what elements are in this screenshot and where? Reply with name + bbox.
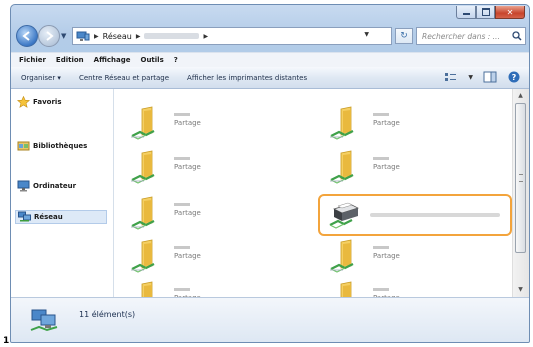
nav-favorites-label: Favoris: [33, 98, 62, 106]
scroll-grip-icon: [519, 174, 523, 182]
share-label: Partage: [174, 163, 201, 171]
shared-folder-icon: [131, 239, 155, 273]
nav-network[interactable]: Réseau: [15, 210, 107, 224]
share-name-redacted: [174, 246, 190, 249]
menu-bar: Fichier Edition Affichage Outils ?: [11, 52, 529, 67]
explorer-window: ✕ ▼ ▶ Réseau ▶ ▶ ▼ ↻ Rechercher dans : .…: [10, 4, 530, 343]
show-printers-button[interactable]: Afficher les imprimantes distantes: [187, 74, 307, 82]
share-label: Partage: [174, 209, 201, 217]
svg-text:?: ?: [512, 73, 517, 82]
nav-network-label: Réseau: [34, 213, 63, 221]
address-row: ▼ ▶ Réseau ▶ ▶ ▼ ↻ Rechercher dans : ...: [11, 24, 529, 50]
nav-libraries[interactable]: Bibliothèques: [17, 139, 87, 153]
shared-folder-icon: [330, 150, 354, 184]
share-label: Partage: [174, 252, 201, 260]
forward-arrow-icon: [46, 31, 54, 41]
search-placeholder: Rechercher dans : ...: [422, 31, 500, 41]
menu-edit[interactable]: Edition: [56, 56, 84, 64]
share-name-redacted: [373, 288, 389, 291]
share-item[interactable]: Partage: [329, 239, 469, 275]
shared-folder-icon: [131, 106, 155, 140]
item-count: 11 élément(s): [79, 310, 136, 319]
back-arrow-icon: [22, 31, 30, 41]
minimize-icon: [457, 6, 475, 18]
forward-button[interactable]: [38, 25, 60, 47]
organize-button[interactable]: Organiser ▾: [21, 74, 61, 82]
help-icon[interactable]: ?: [507, 71, 521, 83]
menu-file[interactable]: Fichier: [19, 56, 46, 64]
navigation-pane: Favoris Bibliothèques Ordinateur Réseau: [11, 89, 114, 297]
view-options-icon[interactable]: [444, 71, 458, 83]
view-dropdown-icon[interactable]: ▼: [468, 74, 473, 81]
shared-folder-icon: [330, 106, 354, 140]
close-icon: ✕: [506, 7, 514, 17]
share-item[interactable]: Partage: [130, 239, 270, 275]
share-item[interactable]: Partage: [329, 150, 469, 186]
nav-computer[interactable]: Ordinateur: [17, 179, 76, 193]
network-icon: [76, 31, 90, 41]
printer-item[interactable]: [318, 194, 512, 236]
share-name-redacted: [174, 113, 190, 116]
computer-icon: [17, 180, 30, 192]
shared-folder-icon: [131, 196, 155, 230]
share-item[interactable]: Partage: [130, 150, 270, 186]
search-input[interactable]: Rechercher dans : ...: [416, 27, 526, 45]
menu-tools[interactable]: Outils: [141, 56, 164, 64]
maximize-button[interactable]: [476, 6, 495, 19]
share-name-redacted: [373, 113, 389, 116]
breadcrumb-separator-icon: ▶: [94, 32, 99, 40]
network-icon: [18, 211, 31, 222]
share-label: Partage: [373, 163, 400, 171]
vertical-scrollbar[interactable]: ▲ ▼: [512, 89, 529, 297]
details-pane: 11 élément(s): [11, 297, 529, 342]
printer-name-redacted: [370, 213, 500, 217]
history-dropdown-icon[interactable]: ▼: [61, 32, 69, 40]
scroll-up-icon[interactable]: ▲: [514, 89, 527, 103]
refresh-icon: ↻: [400, 31, 408, 41]
share-label: Partage: [373, 119, 400, 127]
file-list: Partage Partage Partage Partage Partage: [114, 89, 512, 312]
nav-libraries-label: Bibliothèques: [33, 142, 88, 150]
search-icon: [512, 31, 522, 41]
share-name-redacted: [373, 157, 389, 160]
breadcrumb-segment[interactable]: Réseau: [103, 32, 132, 41]
share-item[interactable]: Partage: [130, 106, 270, 142]
share-item[interactable]: Partage: [130, 196, 270, 232]
menu-view[interactable]: Affichage: [94, 56, 131, 64]
close-button[interactable]: ✕: [495, 6, 525, 19]
back-button[interactable]: [16, 25, 38, 47]
share-name-redacted: [174, 157, 190, 160]
breadcrumb-redacted[interactable]: [144, 33, 200, 39]
scroll-thumb[interactable]: [515, 103, 526, 253]
refresh-button[interactable]: ↻: [395, 28, 413, 44]
share-label: Partage: [373, 252, 400, 260]
libraries-icon: [17, 141, 30, 151]
breadcrumb-separator-icon: ▶: [203, 32, 209, 40]
printer-icon: [329, 202, 359, 229]
nav-favorites[interactable]: Favoris: [17, 95, 62, 109]
share-name-redacted: [174, 288, 190, 291]
menu-help[interactable]: ?: [174, 56, 178, 64]
shared-folder-icon: [131, 150, 155, 184]
address-dropdown-icon[interactable]: ▼: [364, 31, 369, 38]
maximize-icon: [477, 6, 494, 18]
caption-buttons: ✕: [456, 6, 525, 19]
address-bar[interactable]: ▶ Réseau ▶ ▶ ▼: [72, 27, 392, 45]
share-label: Partage: [174, 119, 201, 127]
share-name-redacted: [373, 246, 389, 249]
view-controls: ▼ ?: [444, 71, 521, 83]
step-number: 1: [3, 336, 10, 346]
star-icon: [17, 96, 30, 108]
network-center-button[interactable]: Centre Réseau et partage: [79, 74, 169, 82]
network-computers-icon: [30, 309, 58, 332]
shared-folder-icon: [330, 239, 354, 273]
share-item[interactable]: Partage: [329, 106, 469, 142]
minimize-button[interactable]: [456, 6, 476, 19]
command-bar: Organiser ▾ Centre Réseau et partage Aff…: [11, 67, 529, 89]
preview-pane-icon[interactable]: [483, 71, 497, 83]
breadcrumb-separator-icon: ▶: [135, 32, 141, 40]
share-name-redacted: [174, 203, 190, 206]
scroll-down-icon[interactable]: ▼: [514, 283, 527, 297]
nav-computer-label: Ordinateur: [33, 182, 77, 190]
